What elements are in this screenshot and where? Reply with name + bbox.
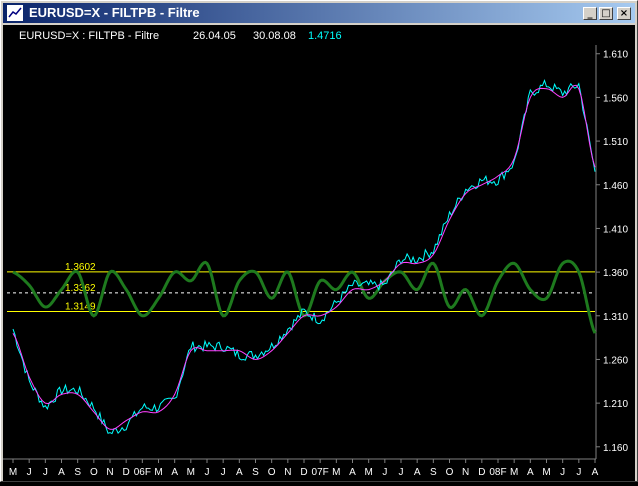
level-label: 1.3362 (65, 283, 96, 294)
chart-last-value: 1.4716 (308, 30, 342, 42)
y-tick-label: 1.610 (603, 50, 628, 61)
x-tick-label: J (221, 467, 226, 478)
y-tick-label: 1.460 (603, 181, 628, 192)
x-tick-label: S (252, 467, 259, 478)
x-tick-label: M (187, 467, 195, 478)
x-tick-label: S (430, 467, 437, 478)
filter-series-line (12, 84, 596, 430)
y-tick-label: 1.160 (603, 443, 628, 454)
x-tick-label: S (74, 467, 81, 478)
y-tick-label: 1.360 (603, 268, 628, 279)
chart-app-icon (7, 5, 23, 21)
x-tick-label: J (382, 467, 387, 478)
x-tick-label: M (154, 467, 162, 478)
plot-layer: 1.610 1.560 1.510 1.460 1.410 1.360 1.310 1.260… (3, 45, 628, 478)
y-tick-label: 1.560 (603, 93, 628, 104)
x-tick-label: J (27, 467, 32, 478)
x-tick-label: D (478, 467, 485, 478)
chart-end-date: 30.08.08 (253, 30, 296, 42)
x-tick-label: N (284, 467, 291, 478)
x-tick-label: M (332, 467, 340, 478)
level-label: 1.3602 (65, 262, 96, 273)
x-tick-label: M (9, 467, 17, 478)
x-tick-label: M (510, 467, 518, 478)
price-series-line (12, 79, 596, 435)
y-tick-label: 1.310 (603, 312, 628, 323)
x-tick-label: J (43, 467, 48, 478)
x-tick-label: M (542, 467, 550, 478)
x-tick-label: N (462, 467, 469, 478)
x-tick-label: 06F (134, 467, 151, 478)
x-tick-label: D (300, 467, 307, 478)
x-tick-label: O (446, 467, 454, 478)
x-tick-label: 08F (489, 467, 506, 478)
x-tick-label: A (592, 467, 599, 478)
price-chart[interactable]: EURUSD=X : FILTPB - Filtre 26.04.05 30.0… (3, 25, 635, 481)
minimize-button[interactable]: _ (583, 7, 597, 20)
title-bar[interactable]: EURUSD=X - FILTPB - Filtre _ □ × (3, 3, 635, 23)
x-tick-label: A (171, 467, 178, 478)
chart-start-date: 26.04.05 (193, 30, 236, 42)
x-tick-label: O (268, 467, 276, 478)
maximize-button[interactable]: □ (599, 7, 613, 20)
y-tick-label: 1.260 (603, 355, 628, 366)
y-tick-label: 1.210 (603, 399, 628, 410)
y-tick-label: 1.510 (603, 137, 628, 148)
x-tick-label: A (236, 467, 243, 478)
chart-header-label: EURUSD=X : FILTPB - Filtre (19, 30, 159, 42)
close-button[interactable]: × (617, 7, 631, 20)
x-tick-label: N (106, 467, 113, 478)
x-tick-label: A (414, 467, 421, 478)
x-tick-label: A (58, 467, 65, 478)
x-tick-label: O (90, 467, 98, 478)
chart-area[interactable]: EURUSD=X : FILTPB - Filtre 26.04.05 30.0… (3, 25, 635, 481)
x-tick-label: A (349, 467, 356, 478)
x-tick-label: J (576, 467, 581, 478)
x-tick-label: D (123, 467, 130, 478)
window-title: EURUSD=X - FILTPB - Filtre (29, 5, 200, 20)
x-tick-label: A (527, 467, 534, 478)
x-tick-label: M (364, 467, 372, 478)
y-tick-label: 1.410 (603, 224, 628, 235)
x-tick-label: J (399, 467, 404, 478)
x-tick-label: J (205, 467, 210, 478)
x-tick-label: J (560, 467, 565, 478)
x-tick-label: 07F (312, 467, 329, 478)
chart-window: EURUSD=X - FILTPB - Filtre _ □ × EURUSD=… (0, 0, 638, 482)
